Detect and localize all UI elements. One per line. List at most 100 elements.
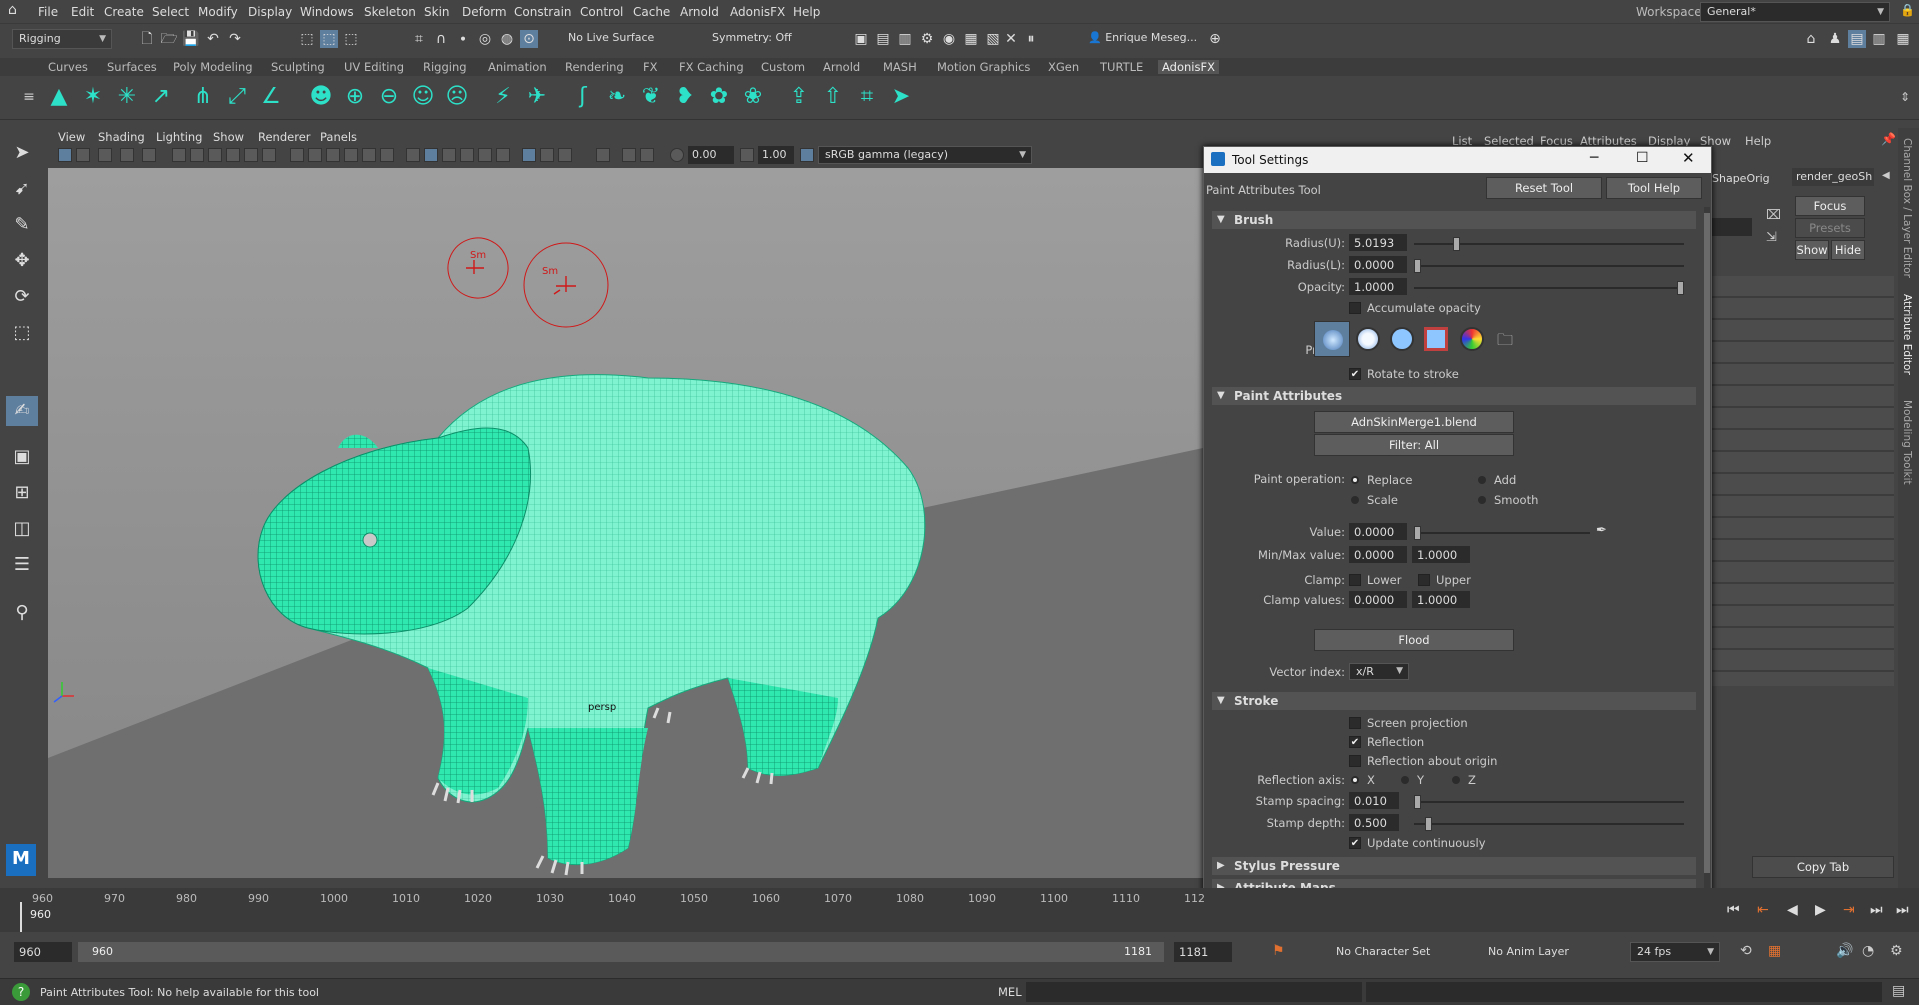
menu-deform[interactable]: Deform [462, 5, 507, 19]
square-brush-icon[interactable] [1424, 327, 1448, 351]
anim-prefs-icon[interactable]: ⚙ [1890, 943, 1903, 959]
radius-u-slider[interactable] [1414, 237, 1684, 251]
arnold-render-icon[interactable]: ▦ [962, 30, 980, 48]
value-slider[interactable] [1414, 526, 1590, 540]
menu-constrain[interactable]: Constrain [514, 5, 572, 19]
adn-import-icon[interactable]: ⇧ [818, 82, 848, 112]
shelf-tab-xgen[interactable]: XGen [1048, 60, 1079, 74]
menu-set-dropdown[interactable]: Rigging ▼ [12, 29, 112, 49]
opacity-slider[interactable] [1414, 281, 1684, 295]
stamp-spacing-knob[interactable] [1414, 795, 1421, 809]
ae-focus-button[interactable]: Focus [1795, 196, 1865, 216]
shelf-tab-animation[interactable]: Animation [488, 60, 547, 74]
flood-button[interactable]: Flood [1314, 629, 1514, 651]
outliner-layout-icon[interactable]: ☰ [6, 550, 38, 580]
radius-l-field[interactable]: 0.0000 [1349, 256, 1407, 273]
sound-icon[interactable]: 🔊 [1836, 943, 1853, 959]
radius-l-knob[interactable] [1414, 259, 1421, 273]
start-time-field[interactable]: 960 [14, 942, 72, 962]
shelf-tab-fx[interactable]: FX [643, 60, 658, 74]
adn-play-icon[interactable]: ➤ [886, 82, 916, 112]
filter-button[interactable]: Filter: All [1314, 434, 1514, 456]
clamp-upper-checkbox[interactable] [1418, 574, 1430, 586]
stamp-depth-slider[interactable] [1414, 817, 1684, 831]
shelf-tab-rigging[interactable]: Rigging [423, 60, 467, 74]
adn-face-3-icon[interactable]: ⊖ [374, 82, 404, 112]
render-settings-icon[interactable]: ⚙ [918, 30, 936, 48]
arnold-ipr-icon[interactable]: ▧ [984, 30, 1002, 48]
vp-grid-icon[interactable] [290, 148, 304, 162]
shelf-tab-sculpting[interactable]: Sculpting [271, 60, 325, 74]
vp-xray-icon[interactable] [622, 148, 636, 162]
value-knob[interactable] [1414, 526, 1421, 540]
adn-tool-5-icon[interactable]: ⋔ [188, 82, 218, 112]
menu-cache[interactable]: Cache [633, 5, 670, 19]
fps-dropdown[interactable]: 24 fps ▼ [1630, 942, 1720, 962]
undo-icon[interactable]: ↶ [204, 30, 222, 48]
side-tab-attribute-editor[interactable]: Attribute Editor [1901, 294, 1913, 375]
two-view-icon[interactable]: ◫ [6, 514, 38, 544]
radius-l-slider[interactable] [1414, 259, 1684, 273]
ae-tab-render-geo[interactable]: render_geoSh [1792, 168, 1874, 186]
ae-focus-node-icon[interactable]: ⌧ [1766, 208, 1781, 223]
redo-icon[interactable]: ↷ [226, 30, 244, 48]
stamp-spacing-field[interactable]: 0.010 [1349, 792, 1399, 809]
hypershade-icon[interactable]: ◉ [940, 30, 958, 48]
screen-projection-checkbox[interactable] [1349, 717, 1361, 729]
play-icon[interactable]: ▶ [1815, 902, 1826, 918]
paint-attributes-tool-icon[interactable]: ✍ [6, 396, 38, 426]
tool-settings-titlebar[interactable]: Tool Settings ─ ☐ ✕ [1204, 147, 1711, 173]
time-slider[interactable]: 960 960 970 980 990 1000 1010 1020 1030 … [0, 888, 1919, 932]
mel-label[interactable]: MEL [998, 985, 1022, 999]
adn-tool-4-icon[interactable]: ↗ [146, 82, 176, 112]
vp-ao-icon[interactable] [522, 148, 536, 162]
adn-tool-7-icon[interactable]: ∠ [256, 82, 286, 112]
stamp-spacing-slider[interactable] [1414, 795, 1684, 809]
script-editor-icon[interactable]: ▤ [1892, 983, 1905, 999]
reflection-checkbox[interactable]: ✔ [1349, 736, 1361, 748]
current-frame-marker[interactable] [20, 902, 22, 932]
vp-grease-pencil-icon[interactable] [172, 148, 186, 162]
menu-adonisfx[interactable]: AdonisFX [730, 5, 785, 19]
exposure-field[interactable]: 0.00 [688, 146, 734, 164]
vp-textured-icon[interactable] [460, 148, 474, 162]
user-account-dropdown[interactable]: 👤 Enrique Meseg... [1082, 29, 1200, 49]
live-surface-field[interactable]: No Live Surface [562, 29, 670, 49]
adn-muscle-6-icon[interactable]: ❥ [670, 82, 700, 112]
snap-live-icon[interactable]: ⊙ [520, 30, 538, 48]
end-time-field[interactable]: 1181 [1174, 942, 1232, 962]
single-perspective-icon[interactable]: ▣ [6, 442, 38, 472]
step-forward-icon[interactable]: ⏭ [1870, 902, 1883, 918]
search-icon[interactable]: ⚲ [6, 598, 38, 628]
vp-lights-icon[interactable] [478, 148, 492, 162]
ae-show-node-icon[interactable]: ⇲ [1766, 230, 1777, 245]
vp-safe-action-icon[interactable] [380, 148, 394, 162]
menu-display[interactable]: Display [248, 5, 292, 19]
accumulate-opacity-checkbox[interactable] [1349, 302, 1361, 314]
shelf-tab-custom[interactable]: Custom [761, 60, 805, 74]
snap-view-icon[interactable]: ◎ [476, 30, 494, 48]
value-field[interactable]: 0.0000 [1349, 523, 1407, 540]
menu-create[interactable]: Create [104, 5, 144, 19]
vp-menu-lighting[interactable]: Lighting [156, 130, 202, 144]
ae-menu-help[interactable]: Help [1745, 134, 1771, 148]
command-input[interactable] [1026, 982, 1362, 1002]
vp-menu-shading[interactable]: Shading [98, 130, 145, 144]
menu-skin[interactable]: Skin [424, 5, 450, 19]
attribute-editor-icon[interactable]: ▤ [1848, 30, 1866, 48]
adn-muscle-7-icon[interactable]: ✿ [704, 82, 734, 112]
character-set-dropdown[interactable]: No Character Set [1336, 942, 1464, 962]
image-brush-icon[interactable] [1460, 327, 1484, 351]
vector-index-dropdown[interactable]: x/R ▼ [1349, 663, 1409, 680]
vp-menu-renderer[interactable]: Renderer [258, 130, 311, 144]
ae-tab-shapeorig[interactable]: ShapeOrig [1712, 172, 1770, 185]
arnold-stop-icon[interactable]: ✕ [1002, 30, 1020, 48]
shelf-tab-mash[interactable]: MASH [883, 60, 917, 74]
shelf-tab-fx-caching[interactable]: FX Caching [679, 60, 744, 74]
adn-muscle-2-icon[interactable]: ✈ [522, 82, 552, 112]
max-value-field[interactable]: 1.0000 [1412, 546, 1470, 563]
workspace-dropdown[interactable]: General* ▼ [1700, 2, 1890, 22]
vp-paint-icon[interactable] [262, 148, 276, 162]
viewport-3d[interactable]: Sm Sm persp [48, 168, 1203, 878]
solid-brush-icon[interactable] [1390, 327, 1414, 351]
